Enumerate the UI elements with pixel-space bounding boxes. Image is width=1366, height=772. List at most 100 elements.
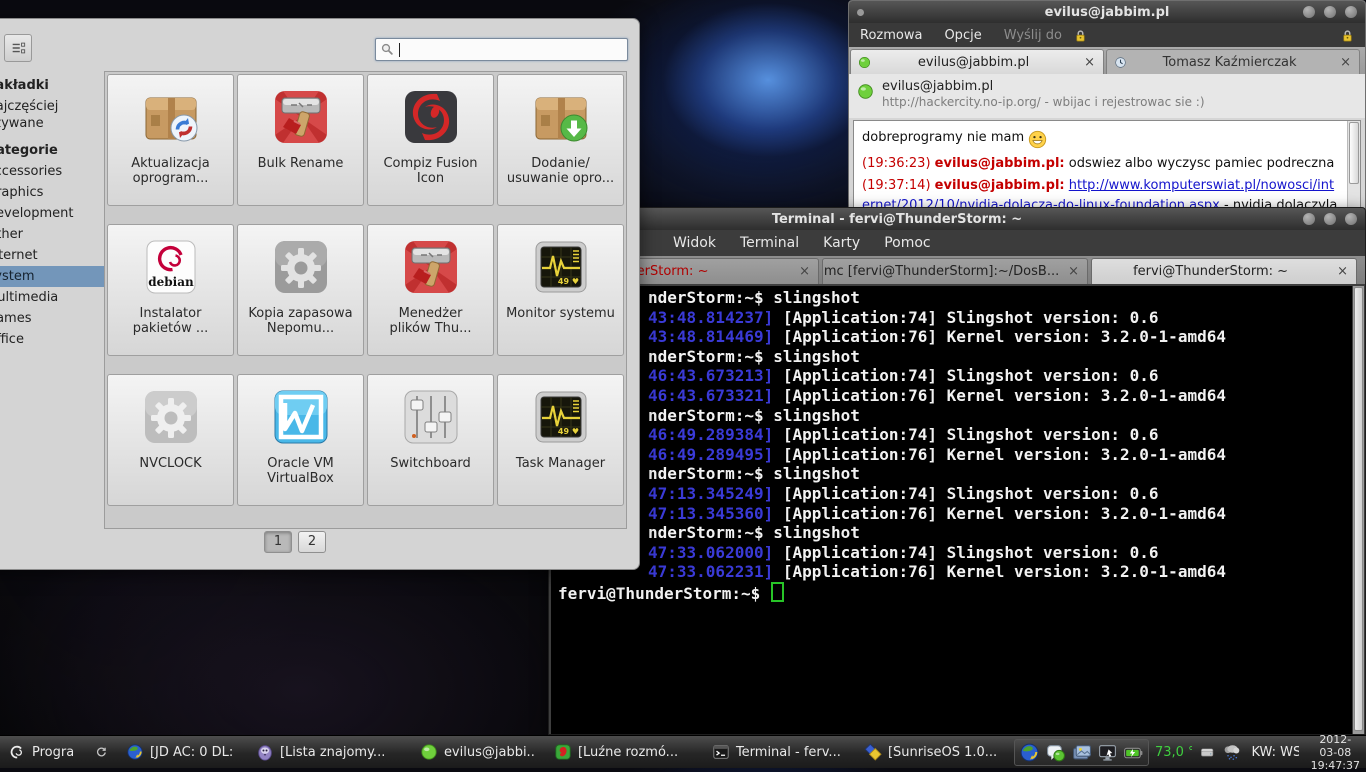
app-item-label: Switchboard bbox=[368, 456, 493, 471]
menu-rozmowa[interactable]: Rozmowa bbox=[849, 28, 933, 43]
page-button-1[interactable]: 1 bbox=[264, 531, 292, 553]
minimize-button[interactable] bbox=[1303, 213, 1315, 225]
terminal-text: 47:33.062000] bbox=[648, 543, 773, 562]
terminal-line: nderStorm:~$ slingshot bbox=[551, 523, 1352, 543]
app-item-aktualizacja[interactable]: Aktualizacjaoprogram... bbox=[107, 74, 234, 206]
message-text: (19:37:14) bbox=[862, 178, 935, 193]
terminal-text: nderStorm:~$ slingshot bbox=[648, 523, 860, 542]
terminal-tab-3[interactable]: fervi@ThunderStorm: ~× bbox=[1091, 258, 1357, 284]
encryption-lock-icon[interactable] bbox=[1073, 28, 1088, 43]
task-button-evilus-jabbi[interactable]: evilus@jabbi... bbox=[420, 743, 536, 761]
terminal-scrollbar-thumb[interactable] bbox=[1354, 287, 1363, 731]
terminal-tab-2[interactable]: mc [fervi@ThunderStorm]:~/DosB...× bbox=[822, 258, 1088, 284]
maximize-button[interactable] bbox=[1324, 6, 1336, 18]
disk-icon[interactable] bbox=[1200, 743, 1214, 762]
terminal-line: nderStorm:~$ slingshot bbox=[551, 464, 1352, 484]
sidebar-item-development[interactable]: Development bbox=[0, 203, 104, 224]
task-button-jd-ac-0-dl-0[interactable]: [JD AC: 0 DL: 0... bbox=[126, 743, 238, 761]
menu-terminal[interactable]: Terminal bbox=[728, 235, 811, 251]
close-tab-icon[interactable]: × bbox=[791, 264, 818, 279]
terminal-text: [Application:76] Kernel version: 3.2.0-1… bbox=[773, 504, 1226, 523]
sliders-icon bbox=[399, 385, 463, 449]
maximize-button[interactable] bbox=[1324, 213, 1336, 225]
tray-battery-icon[interactable] bbox=[1123, 742, 1144, 763]
close-tab-icon[interactable]: × bbox=[1076, 55, 1103, 70]
applications-menu-button[interactable]: Programy bbox=[8, 743, 73, 761]
terminal-text: 43:48.814469] bbox=[648, 327, 773, 346]
terminal-titlebar[interactable]: Terminal - fervi@ThunderStorm: ~ bbox=[549, 208, 1365, 230]
view-toggle-button[interactable] bbox=[4, 34, 32, 62]
terminal-scrollbar[interactable] bbox=[1353, 286, 1364, 734]
chat-titlebar[interactable]: evilus@jabbim.pl bbox=[849, 1, 1365, 23]
app-item-label: Task Manager bbox=[498, 456, 623, 471]
app-item-task-manager[interactable]: 49 ♥ Task Manager bbox=[497, 374, 624, 506]
tray-display-icon[interactable] bbox=[1097, 742, 1118, 763]
close-tab-icon[interactable]: × bbox=[1332, 55, 1359, 70]
sidebar-item-graphics[interactable]: Graphics bbox=[0, 182, 104, 203]
chat-tab-evilus-jabbim-pl[interactable]: evilus@jabbim.pl× bbox=[850, 49, 1104, 74]
list-view-icon bbox=[10, 40, 26, 56]
app-item-oracle-vm[interactable]: Oracle VMVirtualBox bbox=[237, 374, 364, 506]
menu-pomoc[interactable]: Pomoc bbox=[872, 235, 942, 251]
terminal-window: Terminal - fervi@ThunderStorm: ~ WidokTe… bbox=[548, 207, 1366, 735]
tray-chat-bubble-icon[interactable] bbox=[1045, 742, 1066, 763]
terminal-text: [Application:74] Slingshot version: 0.6 bbox=[773, 543, 1158, 562]
sidebar-item-games[interactable]: Games bbox=[0, 308, 104, 329]
chat-tab-tomasz-ka-mierczak[interactable]: Tomasz Kaźmierczak× bbox=[1106, 49, 1360, 74]
sidebar-item-system[interactable]: System bbox=[0, 266, 104, 287]
weather-rain-icon[interactable] bbox=[1222, 740, 1242, 764]
sidebar-item-najcz-ciej-u-ywane[interactable]: Najczęściej używane bbox=[0, 96, 104, 134]
tray-jd-globe-icon[interactable] bbox=[1019, 742, 1040, 763]
svg-text:debian: debian bbox=[148, 275, 194, 289]
close-button[interactable] bbox=[1345, 213, 1357, 225]
sidebar-item-accessories[interactable]: Accessories bbox=[0, 161, 104, 182]
message-text: dobreprogramy nie mam bbox=[862, 130, 1028, 145]
chat-tab-label: evilus@jabbim.pl bbox=[871, 55, 1076, 70]
show-desktop-button[interactable] bbox=[95, 744, 108, 761]
terminal-tab-label: fervi@ThunderStorm: ~ bbox=[1092, 264, 1329, 279]
launcher-sidebar: ZakładkiNajczęściej używaneKategorieAcce… bbox=[0, 69, 104, 539]
terminal-line: 46:43.673213] [Application:74] Slingshot… bbox=[551, 366, 1352, 386]
app-item-monitor-systemu[interactable]: 49 ♥Monitor systemu bbox=[497, 224, 624, 356]
app-item-bulk-rename[interactable]: Bulk Rename bbox=[237, 74, 364, 206]
terminal-icon bbox=[712, 743, 730, 761]
thunar-red-icon bbox=[399, 235, 463, 299]
app-item-label: Instalatorpakietów ... bbox=[108, 306, 233, 336]
task-button-terminal-ferv[interactable]: Terminal - ferv... bbox=[712, 743, 846, 761]
sidebar-item-other[interactable]: Other bbox=[0, 224, 104, 245]
sidebar-item-office[interactable]: Office bbox=[0, 329, 104, 350]
task-button-lu-ne-rozm[interactable]: [Luźne rozmó... bbox=[554, 743, 694, 761]
app-item-dodanie-[interactable]: Dodanie/usuwanie opro... bbox=[497, 74, 624, 206]
app-item-mened-er[interactable]: Menedżerplików Thu... bbox=[367, 224, 494, 356]
task-button-lista-znajomy[interactable]: [Lista znajomy... bbox=[256, 743, 402, 761]
terminal-text: fervi@ThunderStorm:~$ bbox=[558, 584, 770, 603]
close-tab-icon[interactable]: × bbox=[1060, 264, 1087, 279]
debian-icon: debian bbox=[139, 235, 203, 299]
menu-opcje[interactable]: Opcje bbox=[933, 28, 992, 43]
tray-images-icon[interactable] bbox=[1071, 742, 1092, 763]
close-button[interactable] bbox=[1345, 6, 1357, 18]
search-input[interactable] bbox=[375, 38, 628, 61]
terminal-menubar: WidokTerminalKartyPomoc bbox=[549, 230, 1365, 256]
app-item-switchboard[interactable]: Switchboard bbox=[367, 374, 494, 506]
sidebar-item-internet[interactable]: Internet bbox=[0, 245, 104, 266]
app-item-kopia-zapasowa[interactable]: Kopia zapasowaNepomu... bbox=[237, 224, 364, 356]
app-item-compiz-fusion[interactable]: Compiz FusionIcon bbox=[367, 74, 494, 206]
minimize-button[interactable] bbox=[1303, 6, 1315, 18]
monitor-icon: 49 ♥ bbox=[529, 235, 593, 299]
menu-karty[interactable]: Karty bbox=[811, 235, 872, 251]
chat-scrollbar-thumb[interactable] bbox=[1349, 122, 1359, 184]
terminal-output[interactable]: nderStorm:~$ slingshot 43:48.814237] [App… bbox=[551, 286, 1352, 734]
task-button-label: evilus@jabbi... bbox=[444, 745, 536, 760]
page-button-2[interactable]: 2 bbox=[298, 531, 326, 553]
svg-text:49 ♥: 49 ♥ bbox=[557, 427, 578, 436]
terminal-line: nderStorm:~$ slingshot bbox=[551, 406, 1352, 426]
sidebar-item-multimedia[interactable]: Multimedia bbox=[0, 287, 104, 308]
task-button-sunriseos-1-0[interactable]: [SunriseOS 1.0... bbox=[864, 743, 1000, 761]
close-tab-icon[interactable]: × bbox=[1329, 264, 1356, 279]
terminal-text: 43:48.814237] bbox=[648, 308, 773, 327]
menu-widok[interactable]: Widok bbox=[661, 235, 728, 251]
app-item-nvclock[interactable]: NVCLOCK bbox=[107, 374, 234, 506]
clock[interactable]: 2012-03-08 19:47:37 bbox=[1311, 733, 1360, 772]
app-item-instalator[interactable]: debian Instalatorpakietów ... bbox=[107, 224, 234, 356]
